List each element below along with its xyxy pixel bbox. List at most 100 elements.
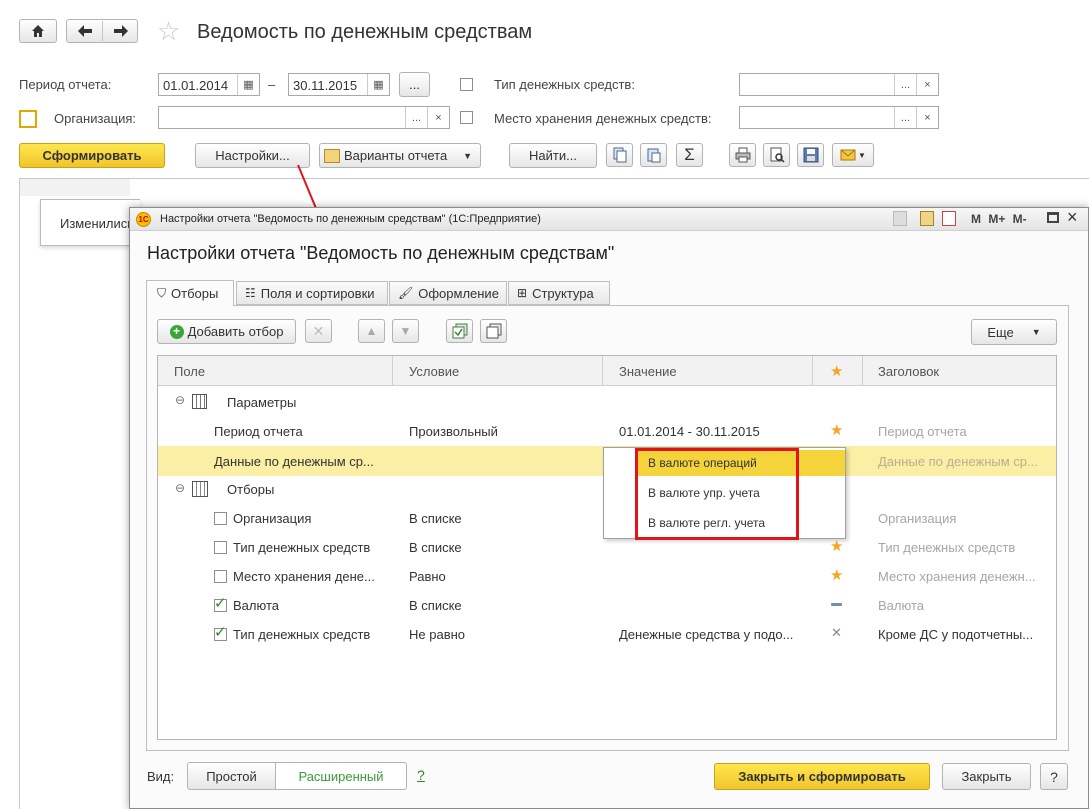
- date-to-field[interactable]: 30.11.2015 ▦: [288, 73, 390, 96]
- minus-icon[interactable]: [831, 603, 842, 606]
- date-from-field[interactable]: 01.01.2014 ▦: [158, 73, 260, 96]
- table-row-value[interactable]: 01.01.2014 - 30.11.2015: [619, 424, 760, 439]
- tab-filters[interactable]: ⛉ Отборы: [146, 280, 234, 306]
- print-icon[interactable]: [729, 143, 756, 167]
- close-generate-button[interactable]: Закрыть и сформировать: [714, 763, 930, 790]
- cross-icon[interactable]: ✕: [831, 625, 842, 641]
- chevron-down-icon: ▼: [463, 150, 472, 161]
- select-dots-icon[interactable]: ...: [894, 107, 916, 128]
- table-row-condition[interactable]: Не равно: [409, 627, 465, 642]
- move-down-icon[interactable]: ▼: [392, 319, 419, 343]
- table-row-title[interactable]: Валюта: [878, 598, 924, 613]
- storage-checkbox[interactable]: [460, 111, 473, 124]
- group-filters: Отборы: [227, 482, 275, 497]
- view-simple-button[interactable]: Простой: [187, 762, 276, 790]
- email-icon[interactable]: ▼: [832, 143, 874, 167]
- money-type-checkbox[interactable]: [460, 78, 473, 91]
- check-all-icon[interactable]: [446, 319, 473, 343]
- table-row-field[interactable]: Период отчета: [214, 424, 303, 439]
- titlebar-tools-icon[interactable]: [893, 211, 907, 226]
- star-icon[interactable]: ★: [830, 537, 843, 555]
- tab-fields-sort[interactable]: ☷ Поля и сортировки: [236, 281, 388, 305]
- col-value[interactable]: Значение: [619, 364, 677, 379]
- period-select-button[interactable]: ...: [399, 72, 430, 97]
- collapse-icon[interactable]: ⊖: [175, 393, 185, 407]
- col-title[interactable]: Заголовок: [878, 364, 939, 379]
- clear-icon[interactable]: ×: [427, 107, 449, 128]
- view-extended-button[interactable]: Расширенный: [275, 762, 407, 790]
- table-row-field[interactable]: Валюта: [233, 598, 279, 613]
- period-label: Период отчета:: [19, 77, 112, 92]
- paste-icon[interactable]: [640, 143, 667, 167]
- calendar-icon[interactable]: ▦: [367, 74, 389, 95]
- table-row-field[interactable]: Тип денежных средств: [233, 540, 370, 555]
- preview-icon[interactable]: [763, 143, 790, 167]
- table-row-title[interactable]: Кроме ДС у подотчетны...: [878, 627, 1033, 642]
- help-button[interactable]: ?: [1040, 763, 1068, 790]
- home-button[interactable]: [19, 19, 57, 43]
- org-checkbox[interactable]: [19, 110, 37, 128]
- storage-field[interactable]: ... ×: [739, 106, 939, 129]
- view-help-link[interactable]: ?: [417, 767, 425, 783]
- table-row-title[interactable]: Место хранения денежн...: [878, 569, 1036, 584]
- row-checkbox[interactable]: [214, 512, 227, 525]
- find-button[interactable]: Найти...: [509, 143, 597, 168]
- back-button[interactable]: [67, 20, 102, 42]
- memory-buttons[interactable]: M M+ M-: [971, 212, 1027, 226]
- favorite-star-icon[interactable]: ☆: [157, 18, 180, 44]
- col-condition[interactable]: Условие: [409, 364, 459, 379]
- col-field[interactable]: Поле: [174, 364, 205, 379]
- checkmark-icon: ✓: [214, 595, 227, 612]
- select-dots-icon[interactable]: ...: [405, 107, 427, 128]
- more-button[interactable]: Еще ▼: [971, 319, 1057, 345]
- table-row-condition[interactable]: В списке: [409, 540, 462, 555]
- tab-design[interactable]: 🖌 Оформление: [389, 281, 507, 305]
- calendar-icon[interactable]: ▦: [237, 74, 259, 95]
- calendar-icon[interactable]: [942, 211, 956, 226]
- table-row-field[interactable]: Место хранения дене...: [233, 569, 375, 584]
- fields-icon: ☷: [245, 286, 256, 300]
- sum-icon[interactable]: Σ: [676, 143, 703, 167]
- table-row-title[interactable]: Организация: [878, 511, 956, 526]
- add-filter-button[interactable]: + Добавить отбор: [157, 319, 296, 344]
- table-row-condition[interactable]: В списке: [409, 598, 462, 613]
- row-checkbox[interactable]: [214, 570, 227, 583]
- generate-button[interactable]: Сформировать: [19, 143, 165, 168]
- copy-icon[interactable]: [606, 143, 633, 167]
- row-checkbox[interactable]: [214, 541, 227, 554]
- close-icon[interactable]: ×: [1067, 207, 1078, 228]
- table-row-field[interactable]: Организация: [233, 511, 311, 526]
- star-icon[interactable]: ★: [830, 566, 843, 584]
- org-field[interactable]: ... ×: [158, 106, 450, 129]
- table-row-condition[interactable]: В списке: [409, 511, 462, 526]
- calculator-icon[interactable]: [920, 211, 934, 226]
- restore-icon[interactable]: [1047, 212, 1059, 223]
- close-button[interactable]: Закрыть: [942, 763, 1031, 790]
- save-icon[interactable]: [797, 143, 824, 167]
- select-dots-icon[interactable]: ...: [894, 74, 916, 95]
- table-row-value[interactable]: Денежные средства у подо...: [619, 627, 793, 642]
- table-row-condition[interactable]: Равно: [409, 569, 446, 584]
- table-row-field[interactable]: Тип денежных средств: [233, 627, 370, 642]
- table-row-title[interactable]: Тип денежных средств: [878, 540, 1015, 555]
- col-star-icon[interactable]: ★: [830, 362, 843, 380]
- table-row-title[interactable]: Данные по денежным ср...: [878, 454, 1038, 469]
- money-type-field[interactable]: ... ×: [739, 73, 939, 96]
- org-label: Организация:: [54, 111, 137, 126]
- uncheck-all-icon[interactable]: [480, 319, 507, 343]
- changed-text: Изменились: [60, 216, 135, 231]
- table-row-field[interactable]: Данные по денежным ср...: [214, 454, 374, 469]
- table-row-condition[interactable]: Произвольный: [409, 424, 498, 439]
- home-icon: [32, 25, 44, 37]
- star-icon[interactable]: ★: [830, 421, 843, 439]
- forward-button[interactable]: [103, 20, 138, 42]
- table-row-title[interactable]: Период отчета: [878, 424, 967, 439]
- collapse-icon[interactable]: ⊖: [175, 481, 185, 495]
- delete-icon[interactable]: ✕: [305, 319, 332, 343]
- red-highlight-box: [635, 448, 799, 540]
- chevron-down-icon: ▼: [1031, 327, 1041, 337]
- clear-icon[interactable]: ×: [916, 107, 938, 128]
- tab-structure[interactable]: ⊞ Структура: [508, 281, 610, 305]
- move-up-icon[interactable]: ▲: [358, 319, 385, 343]
- clear-icon[interactable]: ×: [916, 74, 938, 95]
